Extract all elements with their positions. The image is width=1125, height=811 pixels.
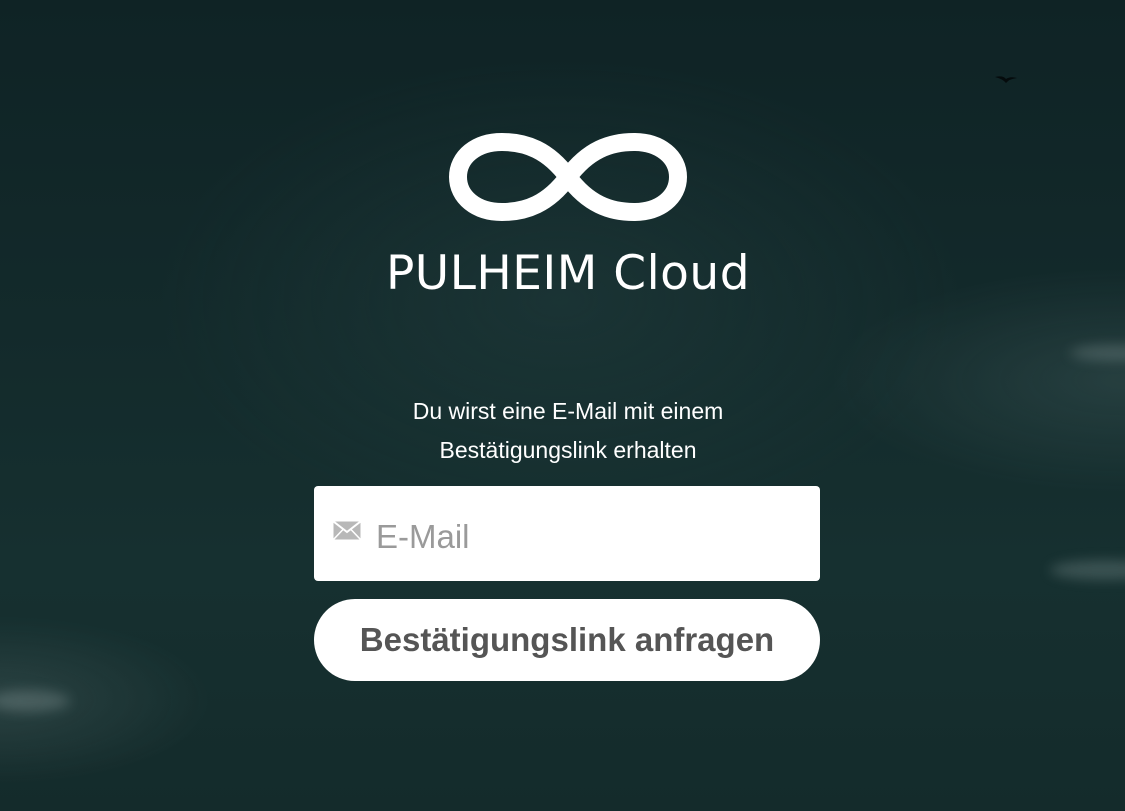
brand-title: PULHEIM Cloud: [385, 246, 751, 301]
cloud-wisp: [1050, 560, 1125, 580]
cloud-wisp: [1070, 345, 1125, 361]
info-line-1: Du wirst eine E-Mail mit einem: [412, 398, 724, 424]
info-text: Du wirst eine E-Mail mit einem Bestätigu…: [300, 392, 836, 470]
cloud-wisp: [0, 690, 70, 712]
infinity-icon: [449, 133, 687, 221]
bird-silhouette: [995, 76, 1017, 83]
request-confirmation-link-button[interactable]: Bestätigungslink anfragen: [314, 599, 820, 681]
info-line-2: Bestätigungslink erhalten: [439, 437, 697, 463]
email-input[interactable]: [376, 502, 806, 572]
mail-icon: [333, 521, 361, 540]
